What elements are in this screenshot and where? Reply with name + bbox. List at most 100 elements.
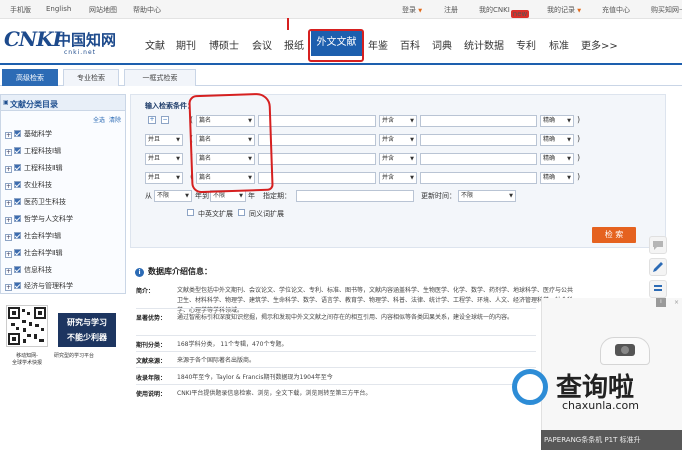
info-label: 简介： — [136, 288, 155, 295]
match-select[interactable]: 精确 ▼ — [540, 153, 574, 165]
match-select[interactable]: 精确 ▼ — [540, 172, 574, 184]
nav-conferences[interactable]: 会议 — [252, 37, 272, 52]
nav-literature[interactable]: 文献 — [145, 37, 165, 52]
nav-theses[interactable]: 博硕士 — [209, 37, 239, 52]
expand-icon[interactable]: + — [5, 251, 12, 258]
operator-select[interactable]: 并含 ▼ — [379, 134, 417, 146]
clear-link[interactable]: 清除 — [109, 117, 121, 124]
checkbox-checked-icon[interactable] — [14, 164, 21, 171]
research-platform-banner[interactable]: 研究与学习 不能少利器 — [58, 313, 116, 347]
category-label: 哲学与人文科学 — [24, 215, 73, 223]
category-item[interactable]: + 哲学与人文科学 — [5, 214, 73, 224]
keyword-input-2[interactable] — [420, 172, 537, 184]
checkbox-checked-icon[interactable] — [14, 282, 21, 289]
register-link[interactable]: 注册 — [444, 5, 458, 15]
specify-date-input[interactable] — [296, 190, 414, 202]
ad-caption[interactable]: PAPERANG条条机 P1T 标准升 — [541, 430, 682, 450]
expand-icon[interactable]: + — [5, 217, 12, 224]
divider — [136, 335, 536, 336]
expand-icon[interactable]: + — [5, 234, 12, 241]
synonym-expand-checkbox[interactable] — [238, 209, 245, 216]
operator-select[interactable]: 并含 ▼ — [379, 115, 417, 127]
nav-yearbooks[interactable]: 年鉴 — [368, 37, 388, 52]
scroll-widget[interactable] — [649, 280, 667, 298]
login-link[interactable]: 登录 ▼ — [402, 5, 422, 15]
nav-dictionary[interactable]: 词典 — [432, 37, 452, 52]
nav-newspapers[interactable]: 报纸 — [284, 37, 304, 52]
category-item[interactable]: + 基础科学 — [5, 129, 52, 139]
year-start-value: 不限 — [157, 192, 170, 199]
year-start-select[interactable]: 不限 ▼ — [154, 190, 192, 202]
buy-card-link[interactable]: 购买知网卡 — [651, 5, 682, 15]
feedback-widget[interactable] — [649, 236, 667, 254]
operator-select[interactable]: 并含 ▼ — [379, 172, 417, 184]
nav-patents[interactable]: 专利 — [516, 37, 536, 52]
info-label: 收录年限： — [136, 375, 167, 382]
ad-info-icon[interactable]: i — [656, 298, 666, 307]
add-row-icon[interactable]: + — [148, 116, 156, 124]
cnki-logo[interactable]: CNKI 中国知网 cnki.net — [4, 27, 119, 61]
qr-code-image[interactable] — [6, 305, 48, 347]
match-select[interactable]: 精确 ▼ — [540, 134, 574, 146]
nav-more[interactable]: 更多>> — [581, 37, 618, 52]
cn-expand-checkbox[interactable] — [187, 209, 194, 216]
category-item[interactable]: + 信息科技 — [5, 265, 52, 275]
checkbox-checked-icon[interactable] — [14, 181, 21, 188]
tab-advanced-search[interactable]: 高级检索 — [2, 69, 58, 86]
tab-professional-search[interactable]: 专业检索 — [63, 69, 119, 86]
keyword-input-1[interactable] — [258, 115, 376, 127]
nav-standards[interactable]: 标准 — [549, 37, 569, 52]
logic-select[interactable]: 并且 ▼ — [145, 172, 183, 184]
english-link[interactable]: English — [46, 5, 71, 13]
keyword-input-1[interactable] — [258, 134, 376, 146]
nav-encyclopedia[interactable]: 百科 — [400, 37, 420, 52]
keyword-input-2[interactable] — [420, 153, 537, 165]
keyword-input-2[interactable] — [420, 115, 537, 127]
operator-select[interactable]: 并含 ▼ — [379, 153, 417, 165]
keyword-input-1[interactable] — [258, 172, 376, 184]
category-item[interactable]: + 农业科技 — [5, 180, 52, 190]
logic-select[interactable]: 并且 ▼ — [145, 134, 183, 146]
expand-icon[interactable]: + — [5, 183, 12, 190]
category-item[interactable]: + 医药卫生科技 — [5, 197, 66, 207]
help-center-link[interactable]: 帮助中心 — [133, 5, 161, 15]
checkbox-checked-icon[interactable] — [14, 232, 21, 239]
edit-widget[interactable] — [649, 258, 667, 276]
nav-statistics[interactable]: 统计数据 — [464, 37, 504, 52]
keyword-input-1[interactable] — [258, 153, 376, 165]
expand-icon[interactable]: + — [5, 200, 12, 207]
expand-icon[interactable]: + — [5, 268, 12, 275]
mobile-version-link[interactable]: 手机版 — [10, 5, 31, 15]
collapse-icon[interactable]: ▣ — [3, 99, 9, 106]
category-item[interactable]: + 工程科技Ⅰ辑 — [5, 146, 61, 156]
expand-icon[interactable]: + — [5, 166, 12, 173]
category-item[interactable]: + 经济与管理科学 — [5, 281, 73, 291]
chevron-down-icon: ▼ — [418, 8, 423, 14]
category-item[interactable]: + 社会科学Ⅱ辑 — [5, 248, 62, 258]
checkbox-checked-icon[interactable] — [14, 215, 21, 222]
category-item[interactable]: + 工程科技Ⅱ辑 — [5, 163, 62, 173]
checkbox-checked-icon[interactable] — [14, 266, 21, 273]
close-icon[interactable]: × — [674, 299, 679, 306]
select-all-link[interactable]: 全选 — [93, 117, 105, 124]
expand-icon[interactable]: + — [5, 132, 12, 139]
checkbox-checked-icon[interactable] — [14, 198, 21, 205]
expand-icon[interactable]: + — [5, 284, 12, 291]
recharge-center-link[interactable]: 充值中心 — [602, 5, 630, 15]
keyword-input-2[interactable] — [420, 134, 537, 146]
checkbox-checked-icon[interactable] — [14, 147, 21, 154]
match-select[interactable]: 精确 ▼ — [540, 115, 574, 127]
nav-journals[interactable]: 期刊 — [176, 37, 196, 52]
logic-select[interactable]: 并且 ▼ — [145, 153, 183, 165]
search-button[interactable]: 检 索 — [592, 227, 636, 243]
my-cnki-link[interactable]: 我的CNKI new — [479, 5, 530, 18]
expand-icon[interactable]: + — [5, 149, 12, 156]
checkbox-checked-icon[interactable] — [14, 130, 21, 137]
my-records-link[interactable]: 我的记录 ▼ — [547, 5, 581, 15]
remove-row-icon[interactable]: − — [161, 116, 169, 124]
tab-single-box-search[interactable]: 一框式检索 — [124, 69, 196, 86]
category-item[interactable]: + 社会科学Ⅰ辑 — [5, 231, 61, 241]
update-time-select[interactable]: 不限 ▼ — [458, 190, 516, 202]
checkbox-checked-icon[interactable] — [14, 249, 21, 256]
sitemap-link[interactable]: 网站地图 — [89, 5, 117, 15]
